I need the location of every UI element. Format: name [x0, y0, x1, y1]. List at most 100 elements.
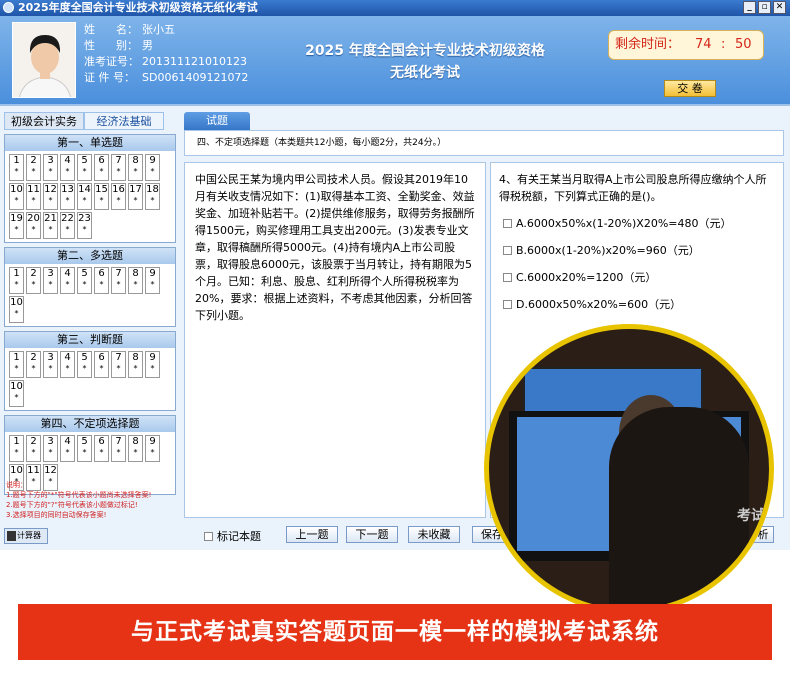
mark-question[interactable]: 标记本题 [204, 528, 261, 544]
question-number-cell[interactable]: 15 * [94, 183, 109, 210]
question-type-bar: 四、不定项选择题（本类题共12小题，每小题2分，共24分。） [184, 130, 784, 156]
name-label: 姓 名： [84, 23, 138, 36]
option-checkbox[interactable] [503, 300, 512, 309]
person-silhouette [609, 407, 749, 609]
mark-label: 标记本题 [217, 530, 261, 543]
timer-minutes: 74 [695, 37, 712, 52]
answer-card: 初级会计实务 经济法基础 第一、单选题 1 * 2 * 3 * 4 * 5 * 6 * 7 * 8 * 9 * 10 *… [4, 112, 176, 548]
question-number-cell[interactable]: 2 * [26, 351, 41, 378]
question-number-cell[interactable]: 4 * [60, 154, 75, 181]
question-number-cell[interactable]: 13 * [60, 183, 75, 210]
question-number-cell[interactable]: 5 * [77, 435, 92, 462]
legend-line2: 2.题号下方的"?"符号代表该小题做过标记! [6, 501, 138, 509]
mark-checkbox[interactable] [204, 531, 213, 541]
question-number-cell[interactable]: 7 * [111, 351, 126, 378]
question-number-cell[interactable]: 9 * [145, 154, 160, 181]
question-number-cell[interactable]: 7 * [111, 154, 126, 181]
question-number-cell[interactable]: 2 * [26, 154, 41, 181]
question-number-cell[interactable]: 12 * [43, 183, 58, 210]
question-number-cell[interactable]: 8 * [128, 351, 143, 378]
section-title: 第三、判断题 [5, 332, 175, 348]
option-checkbox[interactable] [503, 219, 512, 228]
question-number-cell[interactable]: 6 * [94, 435, 109, 462]
overlay-text-fragment: 考试 [737, 508, 765, 524]
question-number-cell[interactable]: 17 * [128, 183, 143, 210]
close-button[interactable]: ✕ [773, 1, 786, 14]
question-number-cell[interactable]: 1 * [9, 351, 24, 378]
option-b[interactable]: B.6000x(1-20%)x20%=960（元） [499, 242, 775, 259]
window-titlebar: 2025年度全国会计专业技术初级资格无纸化考试 _ ▫ ✕ [0, 0, 790, 16]
question-number-cell[interactable]: 10 * [9, 183, 24, 210]
calculator-icon [7, 531, 16, 541]
tab-questions[interactable]: 试题 [184, 112, 250, 130]
question-number-cell[interactable]: 6 * [94, 267, 109, 294]
question-number-cell[interactable]: 8 * [128, 267, 143, 294]
question-number-cell[interactable]: 23 * [77, 212, 92, 239]
question-number-cell[interactable]: 6 * [94, 351, 109, 378]
id-number: SD0061409121072 [142, 71, 249, 84]
option-d[interactable]: D.6000x50%x20%=600（元） [499, 296, 775, 313]
promo-banner: 与正式考试真实答题页面一模一样的模拟考试系统 [18, 604, 772, 660]
question-number-cell[interactable]: 8 * [128, 154, 143, 181]
question-number-cell[interactable]: 3 * [43, 267, 58, 294]
question-number-cell[interactable]: 4 * [60, 351, 75, 378]
question-number-cell[interactable]: 10 * [9, 296, 24, 323]
candidate-name: 张小五 [142, 23, 175, 36]
question-number-cell[interactable]: 20 * [26, 212, 41, 239]
candidate-photo [12, 22, 76, 98]
next-question-button[interactable]: 下一题 [346, 526, 398, 543]
question-number-cell[interactable]: 3 * [43, 435, 58, 462]
question-stem: 4、有关王某当月取得A上市公司股息所得应缴纳个人所得税税额，下列算式正确的是()… [499, 173, 767, 203]
question-number-cell[interactable]: 5 * [77, 267, 92, 294]
subject-tab-economic-law[interactable]: 经济法基础 [84, 112, 164, 130]
maximize-button[interactable]: ▫ [758, 1, 771, 14]
question-number-cell[interactable]: 3 * [43, 351, 58, 378]
countdown-timer: 剩余时间： 74 : 50 [608, 30, 764, 60]
exam-room-photo: 考试 [484, 324, 774, 614]
minimize-button[interactable]: _ [743, 1, 756, 14]
option-label: A.6000x50%x(1-20%)X20%=480（元） [516, 217, 732, 230]
question-section: 第二、多选题 1 * 2 * 3 * 4 * 5 * 6 * 7 * 8 * 9 * 10 * [4, 247, 176, 327]
question-number-cell[interactable]: 5 * [77, 351, 92, 378]
question-number-cell[interactable]: 22 * [60, 212, 75, 239]
id-label: 证 件 号： [84, 71, 135, 84]
question-number-cell[interactable]: 10 * [9, 380, 24, 407]
question-section: 第一、单选题 1 * 2 * 3 * 4 * 5 * 6 * 7 * 8 * 9 * 10 * 11 * 12 * 13 * 14 * 1… [4, 134, 176, 243]
question-number-cell[interactable]: 18 * [145, 183, 160, 210]
section-title: 第二、多选题 [5, 248, 175, 264]
option-checkbox[interactable] [503, 273, 512, 282]
question-number-cell[interactable]: 4 * [60, 435, 75, 462]
calculator-button[interactable]: 计算器 [4, 528, 48, 544]
question-number-cell[interactable]: 9 * [145, 267, 160, 294]
question-number-cell[interactable]: 7 * [111, 267, 126, 294]
option-a[interactable]: A.6000x50%x(1-20%)X20%=480（元） [499, 215, 775, 232]
question-number-cell[interactable]: 19 * [9, 212, 24, 239]
question-number-cell[interactable]: 9 * [145, 435, 160, 462]
question-number-cell[interactable]: 1 * [9, 267, 24, 294]
option-c[interactable]: C.6000x20%=1200（元） [499, 269, 775, 286]
question-number-cell[interactable]: 11 * [26, 183, 41, 210]
question-number-cell[interactable]: 6 * [94, 154, 109, 181]
ticket-label: 准考证号： [84, 55, 139, 68]
question-number-cell[interactable]: 9 * [145, 351, 160, 378]
question-number-cell[interactable]: 1 * [9, 154, 24, 181]
ticket-number: 201311121010123 [142, 55, 247, 68]
submit-exam-button[interactable]: 交 卷 [664, 80, 716, 97]
question-number-cell[interactable]: 3 * [43, 154, 58, 181]
question-number-cell[interactable]: 5 * [77, 154, 92, 181]
question-number-cell[interactable]: 2 * [26, 267, 41, 294]
unfavorite-button[interactable]: 未收藏 [408, 526, 460, 543]
prev-question-button[interactable]: 上一题 [286, 526, 338, 543]
question-number-cell[interactable]: 4 * [60, 267, 75, 294]
question-number-cell[interactable]: 14 * [77, 183, 92, 210]
question-number-cell[interactable]: 2 * [26, 435, 41, 462]
question-number-cell[interactable]: 16 * [111, 183, 126, 210]
question-number-cell[interactable]: 8 * [128, 435, 143, 462]
option-checkbox[interactable] [503, 246, 512, 255]
question-number-cell[interactable]: 7 * [111, 435, 126, 462]
legend-line1: 1.题号下方的"*"符号代表该小题尚未选择答案! [6, 491, 152, 499]
question-number-cell[interactable]: 21 * [43, 212, 58, 239]
subject-tab-accounting[interactable]: 初级会计实务 [4, 112, 84, 130]
question-number-cell[interactable]: 1 * [9, 435, 24, 462]
gender-label: 性 别： [84, 39, 138, 52]
